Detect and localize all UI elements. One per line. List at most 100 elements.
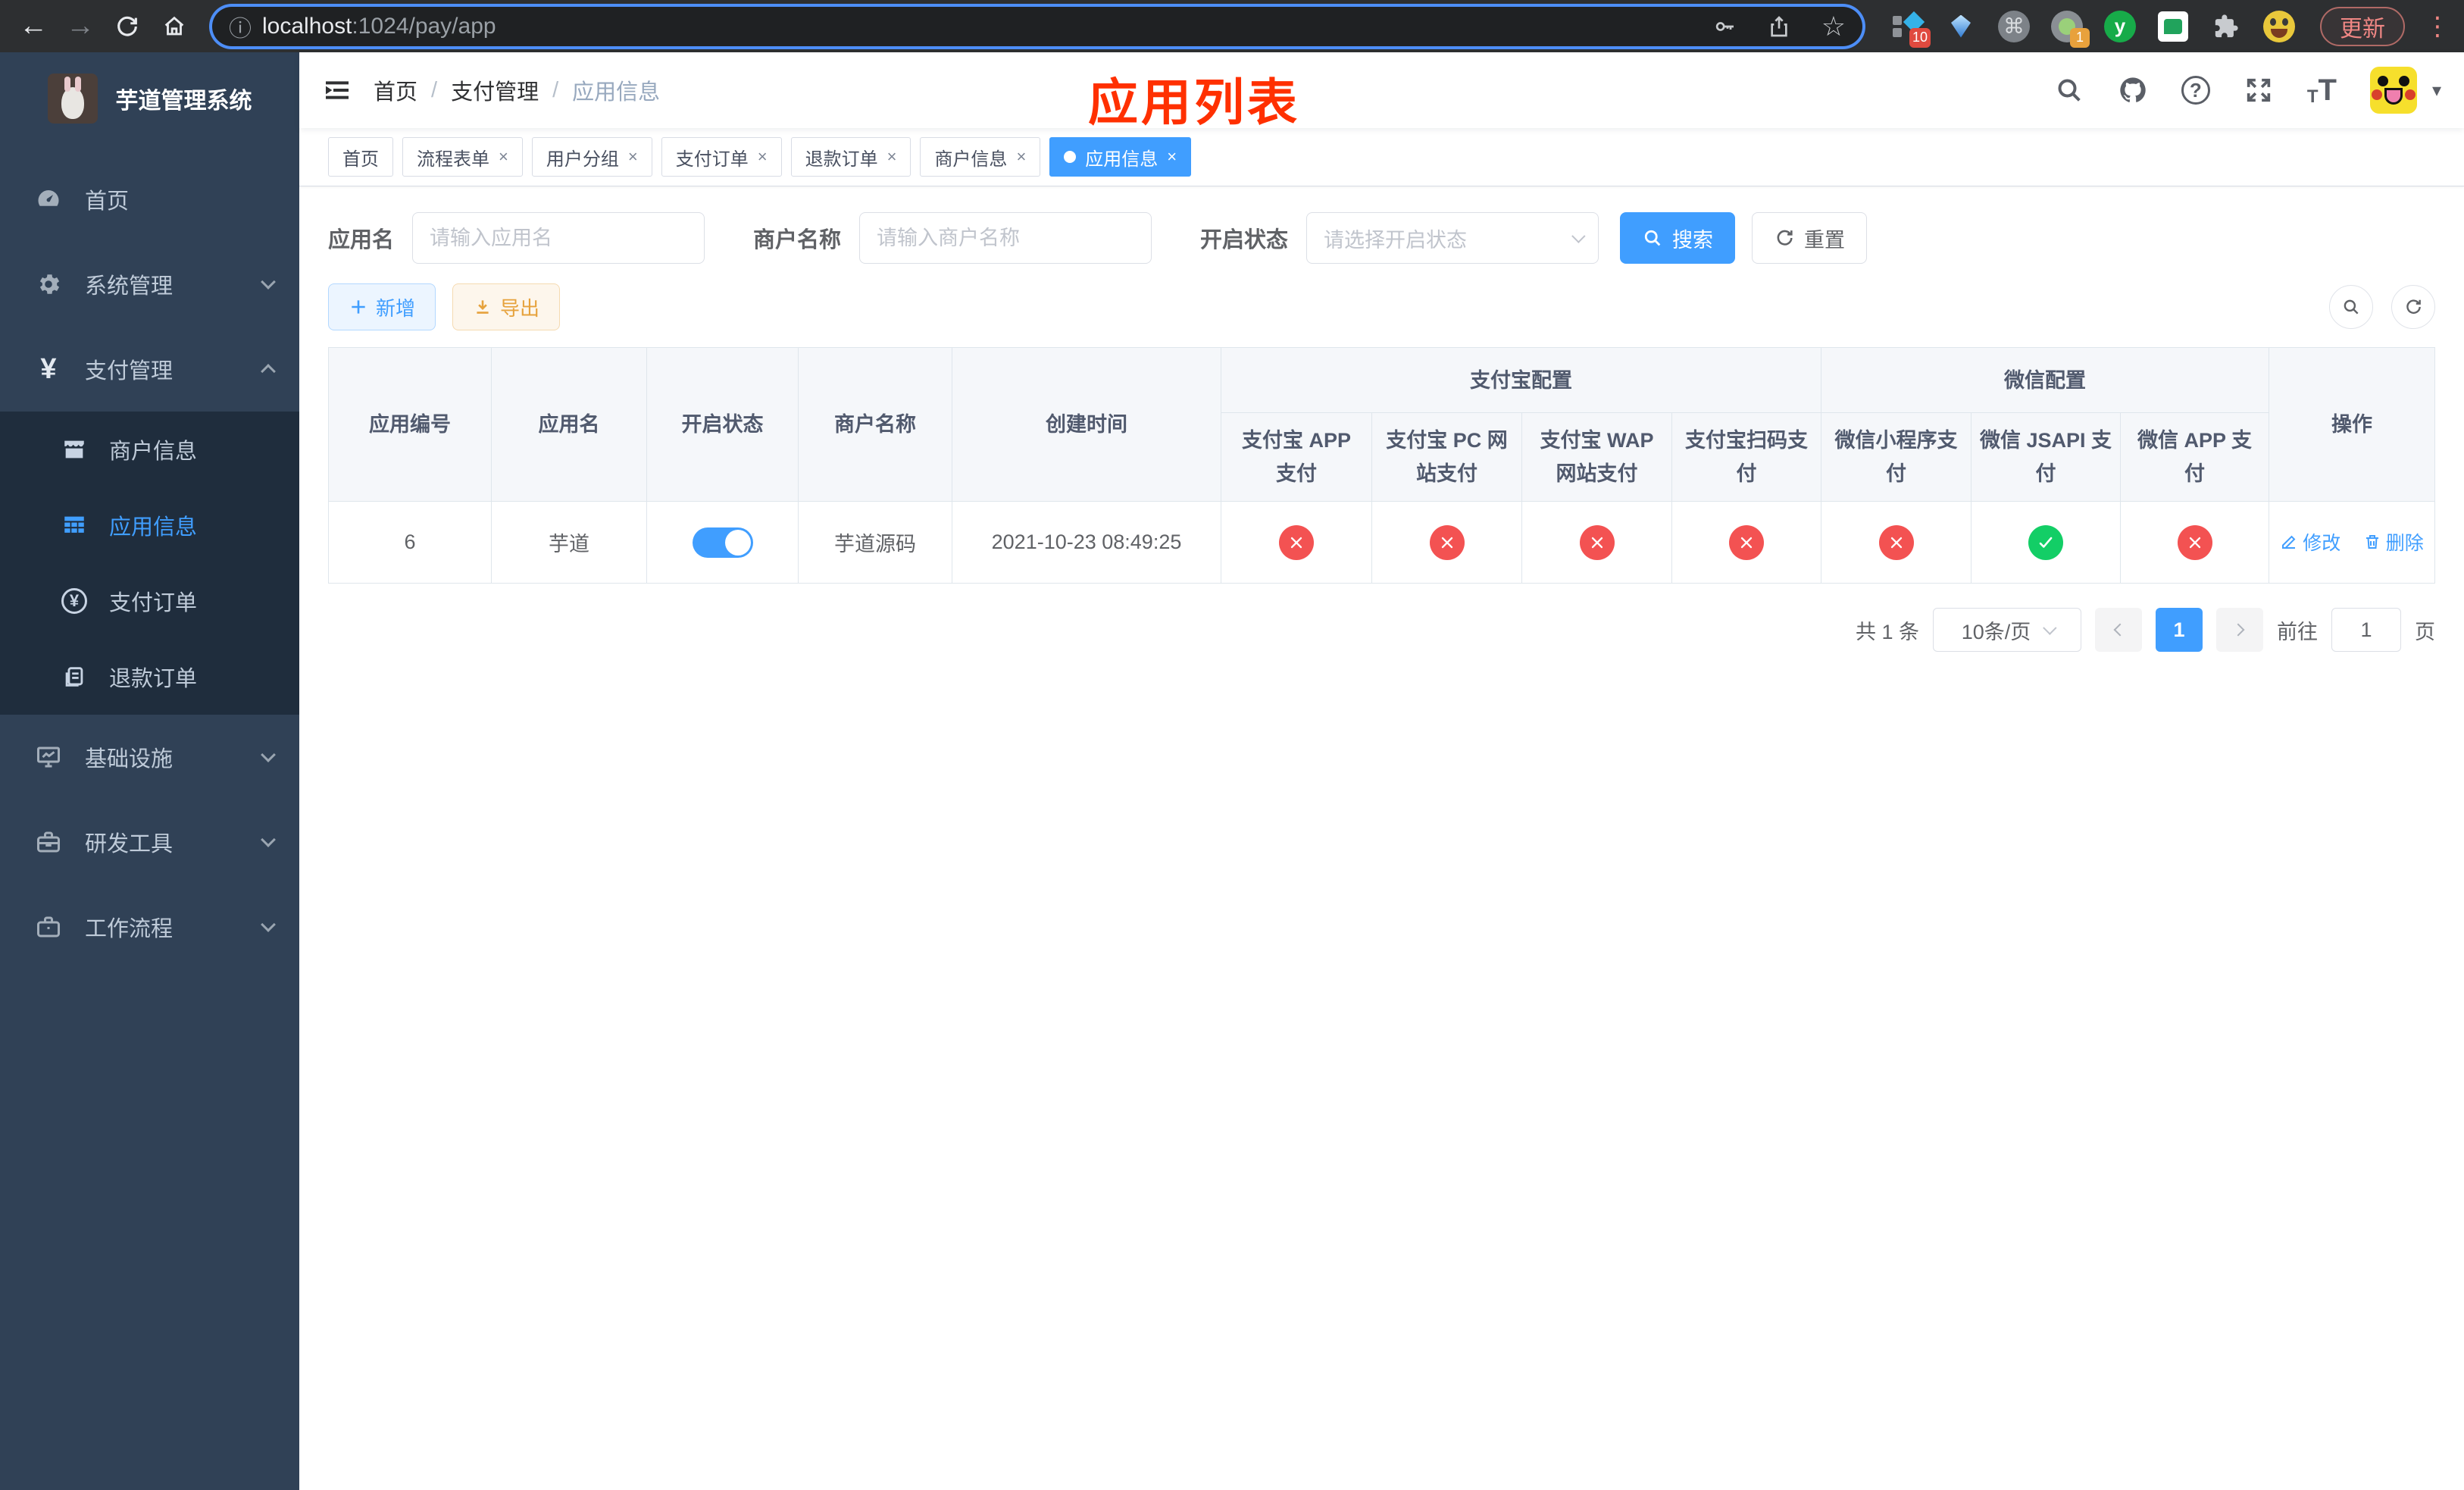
home-icon[interactable] <box>155 7 194 46</box>
delete-button[interactable]: 删除 <box>2363 528 2424 556</box>
sidebar-item-label: 支付订单 <box>109 591 198 615</box>
bookmark-star-icon[interactable]: ☆ <box>1821 11 1846 42</box>
close-icon[interactable]: × <box>1167 147 1177 167</box>
refresh-button[interactable] <box>2391 285 2435 329</box>
sidebar-item-infrastructure[interactable]: 基础设施 <box>0 715 299 800</box>
sidebar-item-refund-orders[interactable]: 退款订单 <box>0 639 299 715</box>
app-name-input[interactable] <box>412 212 705 264</box>
col-wechat-app: 微信 APP 支付 <box>2119 412 2270 502</box>
reload-icon[interactable] <box>108 7 147 46</box>
breadcrumb-payment[interactable]: 支付管理 <box>451 74 539 106</box>
next-page-button[interactable] <box>2216 608 2263 652</box>
tab-merchant-info[interactable]: 商户信息 × <box>920 137 1041 177</box>
page-info-icon[interactable]: ⓘ <box>229 10 252 43</box>
fullscreen-icon[interactable] <box>2244 75 2274 105</box>
page-size-select[interactable]: 10条/页 <box>1933 608 2081 652</box>
chrome-update-button[interactable]: 更新 <box>2320 6 2405 46</box>
sidebar-item-merchant-info[interactable]: 商户信息 <box>0 412 299 487</box>
toolbox-icon <box>32 828 65 856</box>
sidebar-item-dev-tools[interactable]: 研发工具 <box>0 800 299 884</box>
add-button[interactable]: 新增 <box>328 283 436 330</box>
tab-user-group[interactable]: 用户分组 × <box>531 137 652 177</box>
goto-page-input[interactable] <box>2331 608 2401 652</box>
sidebar-logo[interactable]: 芋道管理系统 <box>0 52 299 145</box>
avatar[interactable] <box>2369 67 2417 114</box>
edit-button[interactable]: 修改 <box>2280 528 2340 556</box>
col-alipay-app: 支付宝 APP 支付 <box>1221 412 1372 502</box>
forward-icon[interactable]: → <box>61 7 100 46</box>
sidebar-item-label: 商户信息 <box>109 440 198 464</box>
col-wechat-jsapi: 微信 JSAPI 支付 <box>1971 412 2121 502</box>
cell-status <box>646 501 799 584</box>
extension-chat-icon[interactable] <box>2156 10 2190 43</box>
search-icon[interactable] <box>2054 75 2084 105</box>
export-button[interactable]: 导出 <box>452 283 561 330</box>
sidebar-item-label: 首页 <box>85 189 130 214</box>
sidebar-item-pay-orders[interactable]: ¥ 支付订单 <box>0 563 299 639</box>
status-toggle[interactable] <box>692 527 753 558</box>
browser-menu-icon[interactable]: ⋮ <box>2425 11 2450 42</box>
sidebar-collapse-icon[interactable] <box>322 75 352 105</box>
back-icon[interactable]: ← <box>14 7 53 46</box>
extension-sidebar-icon[interactable]: 10 <box>1891 10 1931 48</box>
sidebar-item-home[interactable]: 首页 <box>0 157 299 242</box>
total-count: 共 1 条 <box>1855 620 1919 643</box>
extension-recorder-icon[interactable]: 1 <box>2050 10 2090 48</box>
share-icon[interactable] <box>1767 14 1791 39</box>
tab-home[interactable]: 首页 <box>328 137 393 177</box>
browser-toolbar: ← → ⓘ localhost:1024/pay/app ☆ 10 ⌘ 1 y … <box>0 0 2464 52</box>
tab-app-info[interactable]: 应用信息 × <box>1049 137 1192 177</box>
merchant-name-input[interactable] <box>859 212 1152 264</box>
page-number-1[interactable]: 1 <box>2156 608 2203 652</box>
chevron-down-icon <box>261 274 276 290</box>
filter-form: 应用名 商户名称 开启状态 请选择开启状态 搜索 重置 <box>328 212 2435 264</box>
status-icon <box>1429 524 1465 560</box>
search-button[interactable]: 搜索 <box>1620 212 1736 264</box>
url-bar[interactable]: ⓘ localhost:1024/pay/app ☆ <box>212 6 1862 46</box>
sidebar-item-payment[interactable]: ¥ 支付管理 <box>0 327 299 412</box>
sidebar-item-system[interactable]: 系统管理 <box>0 242 299 327</box>
payment-submenu: 商户信息 应用信息 ¥ 支付订单 退款订单 <box>0 412 299 715</box>
monitor-icon <box>32 743 65 771</box>
close-icon[interactable]: × <box>1016 147 1026 167</box>
prev-page-button[interactable] <box>2095 608 2142 652</box>
reset-button[interactable]: 重置 <box>1752 212 1868 264</box>
github-icon[interactable] <box>2118 75 2148 105</box>
toggle-search-button[interactable] <box>2329 285 2373 329</box>
password-key-icon[interactable] <box>1712 14 1737 39</box>
breadcrumb: 首页 / 支付管理 / 应用信息 <box>374 74 660 106</box>
breadcrumb-home[interactable]: 首页 <box>374 74 417 106</box>
close-icon[interactable]: × <box>758 147 768 167</box>
sidebar-item-app-info[interactable]: 应用信息 <box>0 487 299 563</box>
tags-view: 首页 流程表单 × 用户分组 × 支付订单 × 退款订单 × 商户信息 × 应用信息 × <box>299 128 2464 186</box>
extension-gem-icon[interactable] <box>1944 10 1978 43</box>
status-select[interactable]: 请选择开启状态 <box>1306 212 1599 264</box>
cell-wechat-jsapi <box>1971 501 2121 584</box>
extension-command-icon[interactable]: ⌘ <box>1997 10 2031 43</box>
help-icon[interactable]: ? <box>2181 76 2210 105</box>
close-icon[interactable]: × <box>628 147 638 167</box>
sidebar-item-workflow[interactable]: 工作流程 <box>0 884 299 969</box>
breadcrumb-current: 应用信息 <box>572 80 661 105</box>
top-navbar: 首页 / 支付管理 / 应用信息 ? T T ▾ <box>299 52 2464 128</box>
profile-emoji-icon[interactable] <box>2262 10 2296 43</box>
tab-refund-orders[interactable]: 退款订单 × <box>790 137 911 177</box>
url-text: localhost:1024/pay/app <box>262 13 496 39</box>
close-icon[interactable]: × <box>499 147 508 167</box>
yen-icon: ¥ <box>40 352 57 385</box>
sidebar-item-label: 支付管理 <box>85 359 174 383</box>
close-icon[interactable]: × <box>887 147 897 167</box>
user-menu-caret-icon[interactable]: ▾ <box>2432 80 2441 102</box>
font-size-icon[interactable]: TT <box>2307 74 2337 108</box>
extension-badge: 10 <box>1909 27 1931 48</box>
cell-merchant: 芋道源码 <box>798 501 952 584</box>
extension-y-icon[interactable]: y <box>2103 10 2137 43</box>
group-alipay-config: 支付宝配置 <box>1221 347 1821 413</box>
status-label: 开启状态 <box>1200 228 1289 252</box>
yen-circle-icon: ¥ <box>59 588 89 614</box>
tab-process-form[interactable]: 流程表单 × <box>402 137 523 177</box>
breadcrumb-separator: / <box>431 77 438 102</box>
cell-alipay-pc <box>1371 501 1522 584</box>
extensions-puzzle-icon[interactable] <box>2209 10 2243 43</box>
tab-pay-orders[interactable]: 支付订单 × <box>661 137 782 177</box>
